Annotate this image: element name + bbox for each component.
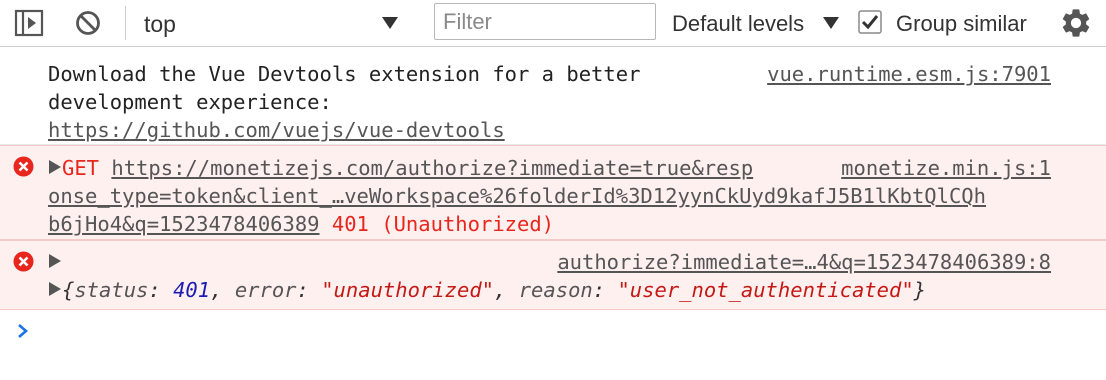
message-text: Download the Vue Devtools extension for …	[48, 60, 640, 144]
prompt-chevron-icon	[18, 324, 28, 338]
expand-triangle-icon[interactable]	[48, 248, 62, 276]
sidebar-toggle-icon	[14, 9, 44, 37]
message-line: development experience:	[48, 90, 332, 114]
request-url-link[interactable]: onse_type=token&client_…veWorkspace%26fo…	[48, 184, 986, 208]
error-icon	[13, 251, 34, 272]
object-value-string: "user_not_authenticated"	[617, 278, 914, 302]
http-status: 401 (Unauthorized)	[331, 212, 555, 236]
context-selector[interactable]: top	[133, 4, 409, 42]
console-settings-button[interactable]	[1059, 6, 1093, 40]
expand-triangle-icon[interactable]	[48, 154, 62, 182]
object-value-number: 401	[173, 278, 211, 302]
group-similar-label[interactable]: Group similar	[896, 11, 1027, 37]
clear-console-button[interactable]	[72, 8, 104, 38]
object-key: error	[234, 278, 297, 302]
gear-icon	[1062, 9, 1090, 37]
clear-console-icon	[76, 11, 100, 35]
console-message-error: GET https://monetizejs.com/authorize?imm…	[0, 145, 1106, 240]
message-line: Download the Vue Devtools extension for …	[48, 62, 641, 86]
error-icon	[13, 156, 34, 177]
console-prompt[interactable]	[0, 311, 1106, 351]
error-object[interactable]: {status: 401, error: "unauthorized", rea…	[48, 276, 926, 304]
toolbar-divider	[125, 6, 126, 40]
object-key: status	[74, 278, 149, 302]
checkbox-icon	[858, 10, 882, 34]
object-value-string: "unauthorized"	[321, 278, 495, 302]
filter-input[interactable]	[434, 3, 656, 40]
request-url-link[interactable]: https://monetizejs.com/authorize?immedia…	[111, 156, 753, 180]
console-message-info: Download the Vue Devtools extension for …	[0, 48, 1106, 145]
chevron-down-icon	[823, 17, 839, 29]
request-url-link[interactable]: b6jHo4&q=1523478406389	[48, 212, 320, 236]
console-message-error: {status: 401, error: "unauthorized", rea…	[0, 240, 1106, 310]
group-similar-checkbox[interactable]	[858, 10, 882, 34]
source-link[interactable]: monetize.min.js:1	[833, 154, 1051, 182]
source-link[interactable]: vue.runtime.esm.js:7901	[767, 60, 1051, 88]
source-link[interactable]: authorize?immediate=…4&q=1523478406389:8	[557, 248, 1051, 276]
context-value: top	[144, 11, 176, 37]
log-levels-label: Default levels	[672, 11, 805, 36]
vue-devtools-link[interactable]: https://github.com/vuejs/vue-devtools	[48, 118, 505, 142]
console-toolbar: top Default levels Group similar	[0, 0, 1106, 47]
http-method: GET	[62, 156, 100, 180]
log-levels-dropdown[interactable]: Default levels	[672, 4, 842, 42]
dropdown-arrow-icon	[382, 17, 398, 29]
expand-object-icon[interactable]	[48, 276, 62, 304]
object-key: reason	[518, 278, 593, 302]
sidebar-toggle-button[interactable]	[14, 8, 46, 38]
